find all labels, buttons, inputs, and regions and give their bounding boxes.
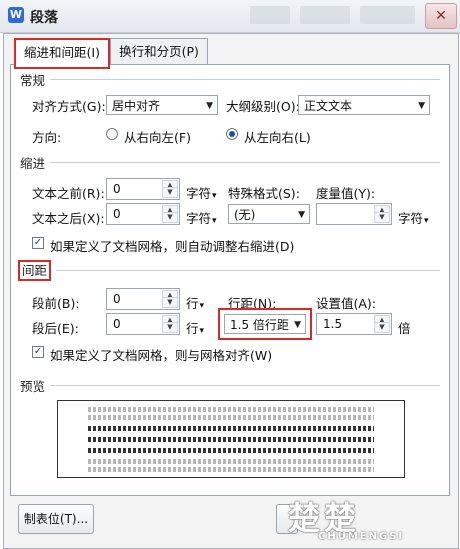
alignment-label: 对齐方式(G): [32,99,106,114]
chevron-down-icon: ▾ [212,216,217,226]
outline-level-value: 正文文本 [304,99,353,113]
unit-text: 行 [186,296,199,311]
indent-before-value: 0 [113,182,121,196]
chevron-down-icon: ▾ [199,326,205,336]
setting-value: 1.5 [323,317,343,331]
watermark-subtext: CHUMENGSI [318,531,405,542]
window-title: 段落 [30,10,58,26]
close-icon: ✕ [435,8,447,24]
measure-unit[interactable]: 字符▾ [398,208,429,227]
indent-before-input[interactable]: 0 ▲ ▼ [106,178,180,200]
spin-down-icon[interactable]: ▼ [374,322,390,333]
indent-after-input[interactable]: 0 ▲ ▼ [106,203,180,225]
divider [50,79,440,80]
radio-rtl[interactable] [106,128,118,140]
alignment-value: 居中对齐 [112,99,161,113]
spin-down-icon[interactable]: ▼ [162,187,178,198]
special-format-value: (无) [234,208,256,222]
chevron-down-icon: ▾ [199,301,205,311]
divider [50,162,440,163]
indent-after-unit[interactable]: 字符▾ [186,208,217,227]
outline-level-select[interactable]: 正文文本 ▼ [298,95,430,115]
chevron-down-icon: ▼ [418,101,425,111]
chevron-down-icon: ▾ [212,191,217,201]
tab-line-page-breaks[interactable]: 换行和分页(P) [110,38,208,65]
setting-unit: 倍 [398,321,411,336]
chevron-down-icon: ▾ [424,216,429,226]
unit-text: 字符 [398,211,424,226]
setting-value-label: 设置值(A): [316,296,377,311]
spacing-after-label: 段后(E): [32,321,79,336]
measure-label: 度量值(Y): [316,186,376,201]
chevron-down-icon: ▼ [294,320,301,330]
close-button[interactable]: ✕ [425,3,457,29]
preview-line [88,459,374,464]
spacing-before-unit[interactable]: 行▾ [186,293,204,312]
unit-text: 字符 [186,211,212,226]
tab-stops-button[interactable]: 制表位(T)... [18,504,94,534]
indent-grid-checkbox[interactable]: ✓ [32,237,44,249]
preview-line [88,448,374,453]
indent-before-unit[interactable]: 字符▾ [186,183,217,202]
section-preview: 预览 [20,379,46,394]
radio-ltr-label: 从左向右(L) [244,130,311,145]
spacing-after-input[interactable]: 0 ▲ ▼ [106,313,180,335]
preview-line [88,407,374,412]
preview-line [88,467,374,472]
unit-text: 字符 [186,186,212,201]
spin-down-icon[interactable]: ▼ [162,212,178,223]
app-icon: W [8,7,24,23]
title-bar-decoration [250,6,290,24]
line-spacing-value: 1.5 倍行距 [230,318,289,332]
title-bar-decoration [300,6,350,24]
spacing-before-input[interactable]: 0 ▲ ▼ [106,288,180,310]
indent-grid-label: 如果定义了文档网格，则自动调整右缩进(D) [50,239,295,254]
radio-rtl-label: 从右向左(F) [124,130,191,145]
divider [56,270,440,271]
spacing-grid-checkbox[interactable]: ✓ [32,346,44,358]
section-indent: 缩进 [20,156,46,171]
line-spacing-select[interactable]: 1.5 倍行距 ▼ [224,314,306,334]
divider [50,385,440,386]
special-format-label: 特殊格式(S): [228,186,300,201]
title-bar: W 段落 ✕ [0,0,460,33]
measure-input[interactable]: ▲ ▼ [316,203,392,225]
title-bar-decoration [360,6,415,24]
preview-line [88,415,374,420]
spacing-grid-label: 如果定义了文档网格，则与网格对齐(W) [50,348,273,363]
indent-before-label: 文本之前(R): [32,186,105,201]
chevron-down-icon: ▼ [298,210,305,220]
indent-after-value: 0 [113,207,121,221]
unit-text: 行 [186,321,199,336]
spacing-before-value: 0 [113,292,121,306]
spin-down-icon[interactable]: ▼ [374,212,390,223]
watermark-logo: 楚楚 CHUMENGSI [288,493,454,545]
tab-label: 换行和分页(P) [119,44,199,59]
spacing-before-label: 段前(B): [32,296,80,311]
outline-level-label: 大纲级别(O): [226,99,300,114]
spacing-after-value: 0 [113,317,121,331]
setting-value-input[interactable]: 1.5 ▲ ▼ [316,313,392,335]
tab-indent-spacing[interactable]: 缩进和间距(I) [14,38,110,69]
spacing-after-unit[interactable]: 行▾ [186,318,204,337]
spin-down-icon[interactable]: ▼ [162,322,178,333]
section-general: 常规 [20,73,46,88]
alignment-select[interactable]: 居中对齐 ▼ [106,95,218,115]
special-format-select[interactable]: (无) ▼ [228,204,310,224]
tab-label: 缩进和间距(I) [24,45,100,60]
preview-line [88,426,374,431]
spin-down-icon[interactable]: ▼ [162,297,178,308]
section-spacing: 间距 [18,260,52,281]
preview-box [57,400,405,478]
chevron-down-icon: ▼ [206,101,213,111]
indent-after-label: 文本之后(X): [32,211,105,226]
direction-label: 方向: [32,130,62,145]
preview-line [88,437,374,442]
radio-ltr[interactable] [226,128,238,140]
